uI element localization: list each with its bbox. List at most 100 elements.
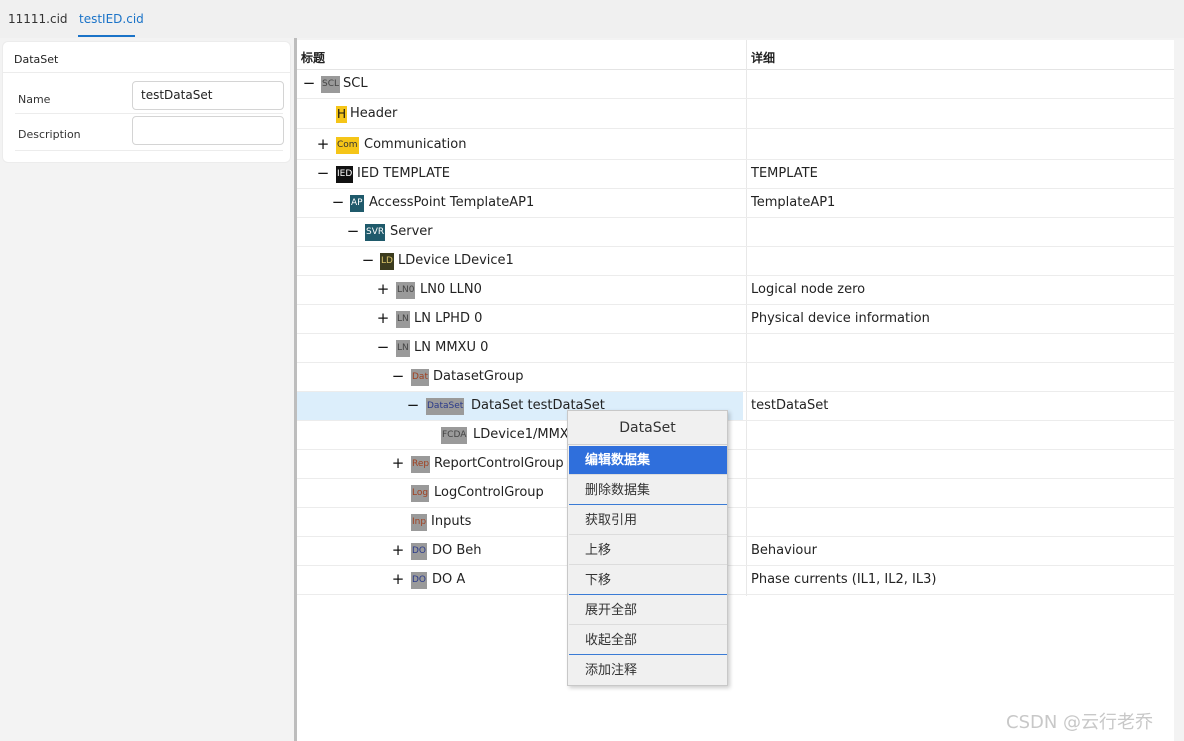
collapse-icon[interactable]: − xyxy=(361,253,375,268)
node-label: Communication xyxy=(364,137,467,152)
tree-row[interactable]: − LN LN MMXU 0 xyxy=(297,334,1174,363)
menu-item-add-comment[interactable]: 添加注释 xyxy=(569,656,727,685)
tree-row[interactable]: − SVR Server xyxy=(297,218,1174,247)
node-label: LDevice LDevice1 xyxy=(398,253,514,268)
tree-row[interactable]: + DO DO A Phase currents (IL1, IL2, IL3) xyxy=(297,566,1174,595)
node-detail: TemplateAP1 xyxy=(751,195,836,210)
node-label: LN0 LLN0 xyxy=(420,282,482,297)
header-icon: H xyxy=(336,106,348,123)
fcda-icon: FCDA xyxy=(441,427,468,444)
grid-header: 标题 详细 xyxy=(297,40,1174,70)
column-header-detail[interactable]: 详细 xyxy=(751,49,775,66)
menu-item-collapse-all[interactable]: 收起全部 xyxy=(569,626,727,655)
node-label: ReportControlGroup xyxy=(434,456,564,471)
tree-row[interactable]: − IED IED TEMPLATE TEMPLATE xyxy=(297,160,1174,189)
expand-icon[interactable]: + xyxy=(391,456,405,471)
collapse-icon[interactable]: − xyxy=(316,166,330,181)
ied-icon: IED xyxy=(336,166,354,183)
server-icon: SVR xyxy=(365,224,386,241)
node-label: SCL xyxy=(343,76,368,91)
node-label: AccessPoint TemplateAP1 xyxy=(369,195,535,210)
tree-row[interactable]: + Com Communication xyxy=(297,131,1174,160)
log-control-icon: Log xyxy=(411,485,430,502)
node-label: LogControlGroup xyxy=(434,485,544,500)
tree-row[interactable]: FCDA LDevice1/MMX xyxy=(297,421,1174,450)
node-detail: Logical node zero xyxy=(751,282,866,297)
expand-icon[interactable]: + xyxy=(391,543,405,558)
tree-row[interactable]: − SCL SCL xyxy=(297,70,1174,99)
dataset-group-icon: Dat xyxy=(411,369,429,386)
tab-11111-cid[interactable]: 11111.cid xyxy=(8,12,68,26)
communication-icon: Com xyxy=(336,137,359,154)
collapse-icon[interactable]: − xyxy=(302,76,316,91)
tree-row[interactable]: − Dat DatasetGroup xyxy=(297,363,1174,392)
expand-icon[interactable]: + xyxy=(376,282,390,297)
tree-row-selected[interactable]: − DataSet DataSet testDataSet testDataSe… xyxy=(297,392,1174,421)
node-label: DO Beh xyxy=(432,543,482,558)
dataset-card: DataSet Name testDataSet Description xyxy=(2,41,291,163)
tree-row[interactable]: + LN LN LPHD 0 Physical device informati… xyxy=(297,305,1174,334)
node-detail: Phase currents (IL1, IL2, IL3) xyxy=(751,572,937,587)
tree-row[interactable]: + LN0 LN0 LLN0 Logical node zero xyxy=(297,276,1174,305)
ln0-icon: LN0 xyxy=(396,282,416,299)
tree-row[interactable]: − LD LDevice LDevice1 xyxy=(297,247,1174,276)
column-header-title[interactable]: 标题 xyxy=(301,49,325,66)
tab-testied-cid[interactable]: testIED.cid xyxy=(79,12,144,26)
node-label: Header xyxy=(350,106,398,121)
collapse-icon[interactable]: − xyxy=(346,224,360,239)
ln-icon: LN xyxy=(396,311,410,328)
tree-row[interactable]: + DO DO Beh Behaviour xyxy=(297,537,1174,566)
card-divider xyxy=(3,72,290,73)
menu-item-edit-dataset[interactable]: 编辑数据集 xyxy=(569,446,727,475)
do-icon: DO xyxy=(411,543,428,560)
expand-icon[interactable]: + xyxy=(376,311,390,326)
node-label: DatasetGroup xyxy=(433,369,524,384)
name-input[interactable]: testDataSet xyxy=(132,81,284,110)
tree-row[interactable]: H Header xyxy=(297,100,1174,129)
context-menu-title: DataSet xyxy=(568,411,727,445)
node-detail: testDataSet xyxy=(751,398,829,413)
menu-item-delete-dataset[interactable]: 删除数据集 xyxy=(569,476,727,505)
report-control-icon: Rep xyxy=(411,456,431,473)
name-label: Name xyxy=(18,93,51,106)
row-divider xyxy=(15,150,283,151)
tree-row[interactable]: + Rep ReportControlGroup xyxy=(297,450,1174,479)
node-detail: TEMPLATE xyxy=(751,166,818,181)
description-input[interactable] xyxy=(132,116,284,145)
node-label: LDevice1/MMX xyxy=(473,427,569,442)
node-label: Inputs xyxy=(431,514,472,529)
access-point-icon: AP xyxy=(350,195,364,212)
node-detail: Physical device information xyxy=(751,311,930,326)
node-label: Server xyxy=(390,224,433,239)
row-divider xyxy=(15,113,283,114)
properties-panel: DataSet Name testDataSet Description xyxy=(0,38,295,741)
tree-grid: 标题 详细 − SCL SCL H Header + Com Communica… xyxy=(297,40,1174,741)
node-label: IED TEMPLATE xyxy=(357,166,450,181)
collapse-icon[interactable]: − xyxy=(376,340,390,355)
inputs-icon: Inp xyxy=(411,514,428,531)
scl-icon: SCL xyxy=(321,76,341,93)
tree-row[interactable]: − AP AccessPoint TemplateAP1 TemplateAP1 xyxy=(297,189,1174,218)
do-icon: DO xyxy=(411,572,428,589)
dataset-icon: DataSet xyxy=(426,398,465,415)
menu-item-get-reference[interactable]: 获取引用 xyxy=(569,506,727,535)
node-label: DO A xyxy=(432,572,466,587)
menu-item-move-down[interactable]: 下移 xyxy=(569,566,727,595)
expand-icon[interactable]: + xyxy=(316,137,330,152)
ln-icon: LN xyxy=(396,340,410,357)
expand-icon[interactable]: + xyxy=(391,572,405,587)
dataset-card-title: DataSet xyxy=(14,53,59,66)
context-menu: DataSet 编辑数据集 删除数据集 获取引用 上移 下移 展开全部 收起全部… xyxy=(567,410,728,686)
menu-item-expand-all[interactable]: 展开全部 xyxy=(569,596,727,625)
node-label: LN LPHD 0 xyxy=(414,311,483,326)
node-detail: Behaviour xyxy=(751,543,817,558)
description-label: Description xyxy=(18,128,81,141)
menu-item-move-up[interactable]: 上移 xyxy=(569,536,727,565)
active-tab-indicator xyxy=(78,35,135,37)
collapse-icon[interactable]: − xyxy=(406,398,420,413)
collapse-icon[interactable]: − xyxy=(391,369,405,384)
collapse-icon[interactable]: − xyxy=(331,195,345,210)
tree-row[interactable]: Log LogControlGroup xyxy=(297,479,1174,508)
tree-row[interactable]: Inp Inputs xyxy=(297,508,1174,537)
tab-bar: 11111.cid testIED.cid xyxy=(0,0,1184,38)
